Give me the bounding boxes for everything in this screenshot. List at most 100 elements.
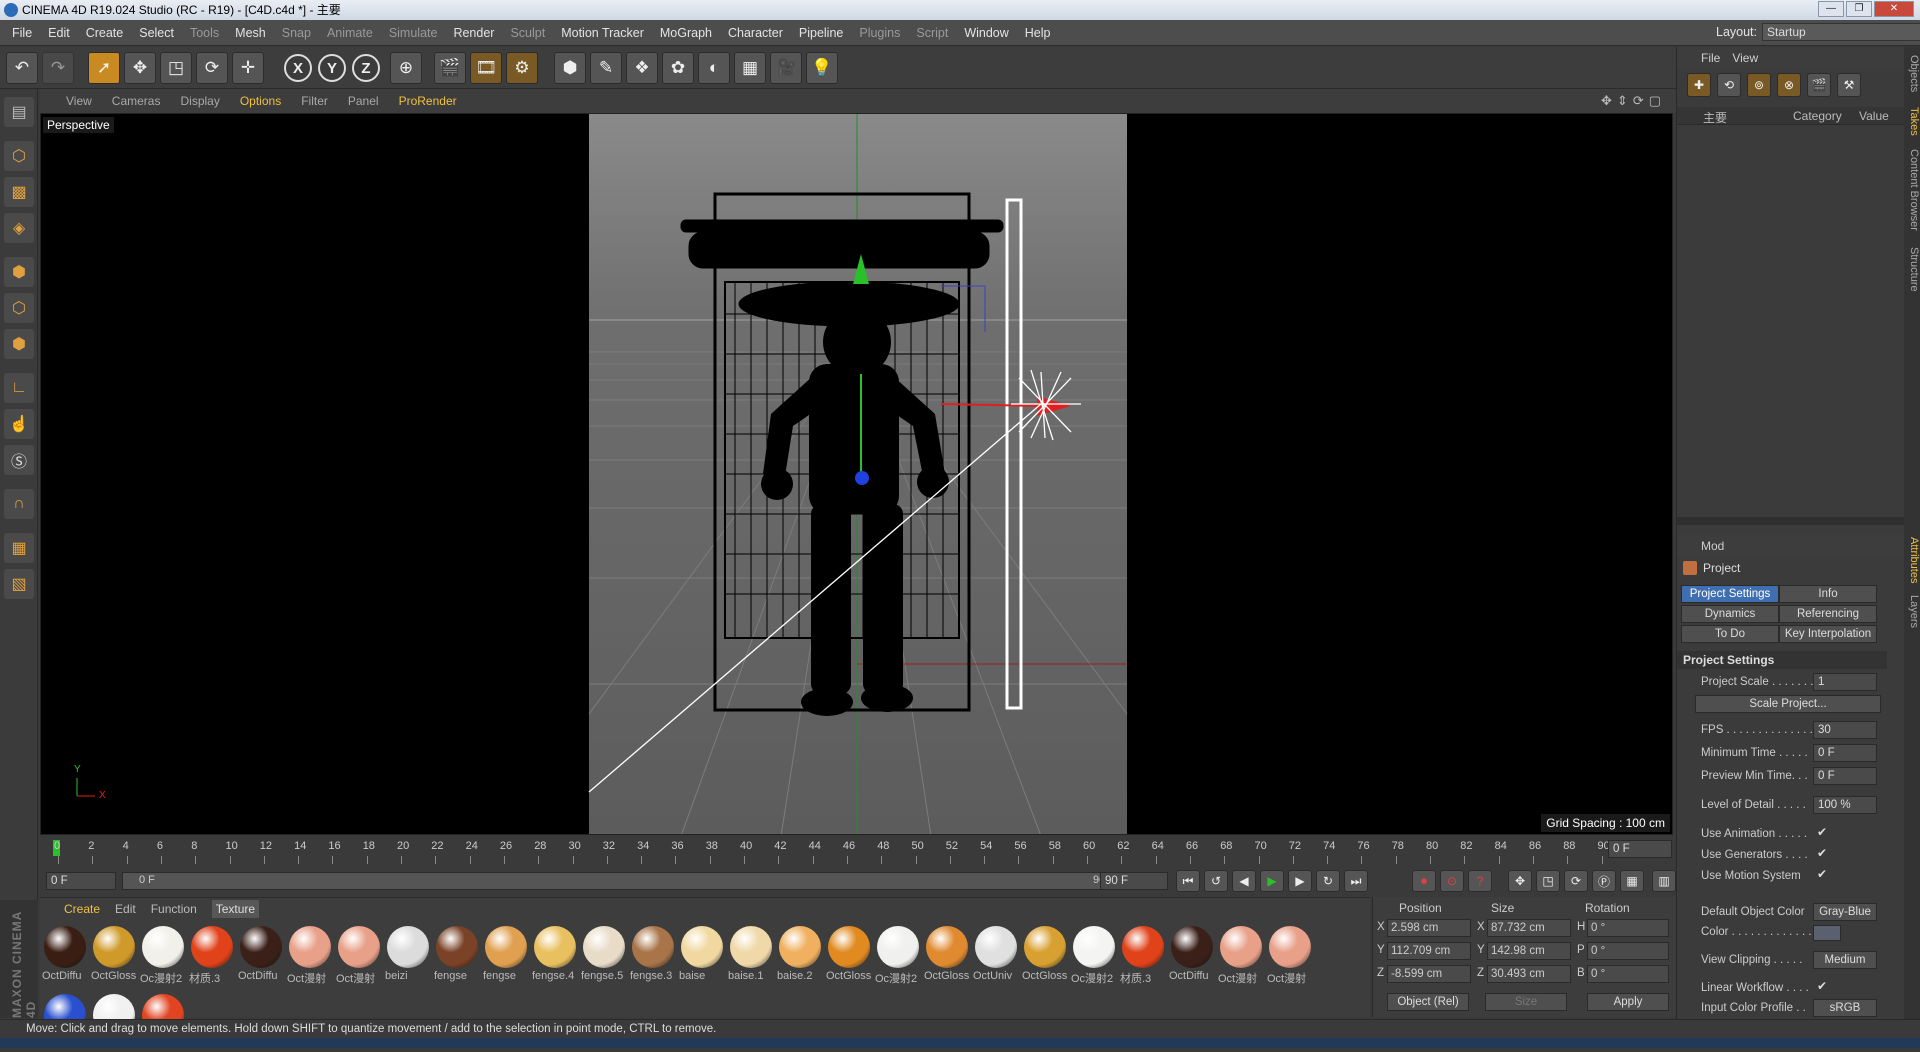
render-view-icon[interactable]: 🎬 (434, 52, 466, 84)
menu-tools[interactable]: Tools (182, 26, 227, 40)
end-frame-field[interactable]: 90 F (1100, 872, 1168, 890)
attributes-mode-menu[interactable]: Mod (1701, 539, 1724, 553)
panel-scrollbar[interactable] (1677, 517, 1905, 525)
scale-tool-icon[interactable]: ◳ (160, 52, 192, 84)
menu-motion-tracker[interactable]: Motion Tracker (553, 26, 652, 40)
take-group-icon[interactable]: ⊗ (1777, 73, 1801, 97)
planar-workplane-icon[interactable]: ▧ (4, 569, 34, 599)
menu-animate[interactable]: Animate (319, 26, 381, 40)
go-to-start-icon[interactable]: ⏮ (1176, 870, 1200, 892)
light-icon[interactable]: 💡 (806, 52, 838, 84)
menu-snap[interactable]: Snap (274, 26, 319, 40)
move-tool-icon[interactable]: ✥ (124, 52, 156, 84)
menu-pipeline[interactable]: Pipeline (791, 26, 851, 40)
subdivision-icon[interactable]: ❖ (626, 52, 658, 84)
menu-select[interactable]: Select (131, 26, 182, 40)
layout-select[interactable]: Startup (1762, 23, 1920, 41)
material-item[interactable]: Oct漫射 (1267, 924, 1313, 985)
material-item[interactable]: beizi (385, 924, 431, 984)
undo-icon[interactable]: ↶ (6, 52, 38, 84)
x-axis-lock-icon[interactable]: X (284, 54, 312, 82)
maximize-button[interactable]: ❐ (1846, 1, 1872, 17)
tab-to-do[interactable]: To Do (1681, 625, 1779, 643)
material-menu-function[interactable]: Function (151, 902, 197, 916)
material-item[interactable]: OctGloss (924, 924, 970, 984)
key-rotation-icon[interactable]: ⟳ (1564, 870, 1588, 892)
pen-spline-icon[interactable]: ✎ (590, 52, 622, 84)
side-tab-attributes[interactable]: Attributes (1904, 537, 1920, 583)
polygons-mode-icon[interactable]: ⬢ (4, 329, 34, 359)
render-picture-viewer-icon[interactable]: 🎞 (470, 52, 502, 84)
material-item[interactable]: OctGloss (91, 924, 137, 984)
deformer-icon[interactable]: ◐ (698, 52, 730, 84)
coords-mode-select[interactable]: Object (Rel) (1387, 993, 1469, 1011)
material-item[interactable]: Oc漫射2 (1071, 924, 1117, 985)
material-item[interactable]: 材质.3 (1120, 924, 1166, 985)
current-frame-field[interactable]: 0 F (1608, 840, 1672, 858)
coords-size-mode-select[interactable]: Size (1485, 993, 1567, 1011)
auto-take-icon[interactable]: ⟲ (1717, 73, 1741, 97)
menu-create[interactable]: Create (78, 26, 132, 40)
prop-preview-min-time-value[interactable]: 0 F (1813, 767, 1877, 785)
menu-render[interactable]: Render (445, 26, 502, 40)
snap-icon[interactable]: Ⓢ (4, 445, 34, 475)
key-scale-icon[interactable]: ◳ (1536, 870, 1560, 892)
position-field[interactable]: 112.709 cm (1387, 942, 1471, 960)
menu-simulate[interactable]: Simulate (381, 26, 446, 40)
viewport-menu-prorender[interactable]: ProRender (399, 94, 457, 108)
key-pla-icon[interactable]: ▦ (1620, 870, 1644, 892)
material-item[interactable]: OctDiffu (42, 924, 88, 984)
material-item[interactable]: Oc漫射2 (140, 924, 186, 985)
material-item[interactable]: OctDiffu (238, 924, 284, 984)
menu-mograph[interactable]: MoGraph (652, 26, 720, 40)
side-tab-objects[interactable]: Objects (1904, 55, 1920, 92)
use-motion-system-checkbox[interactable]: ✔ (1817, 867, 1827, 881)
edges-mode-icon[interactable]: ⬡ (4, 293, 34, 323)
workplane-mode-icon[interactable]: ◈ (4, 213, 34, 243)
next-key-icon[interactable]: ↻ (1316, 870, 1340, 892)
select-tool-icon[interactable]: ➚ (88, 52, 120, 84)
take-render-icon[interactable]: 🎬 (1807, 73, 1831, 97)
color-swatch[interactable] (1813, 925, 1841, 941)
axis-mode-icon[interactable]: ∟ (4, 373, 34, 403)
side-tab-takes[interactable]: Takes (1904, 107, 1920, 136)
menu-script[interactable]: Script (908, 26, 956, 40)
viewport-menu-cameras[interactable]: Cameras (112, 94, 161, 108)
viewport-navigation-icons[interactable]: ✥⇕⟳▢ (1601, 93, 1666, 109)
key-parameter-icon[interactable]: Ⓟ (1592, 870, 1616, 892)
camera-icon[interactable]: 🎥 (770, 52, 802, 84)
rotate-tool-icon[interactable]: ⟳ (196, 52, 228, 84)
cloner-icon[interactable]: ✿ (662, 52, 694, 84)
position-field[interactable]: 2.598 cm (1387, 919, 1471, 937)
material-item[interactable]: fengse (434, 924, 480, 984)
key-position-icon[interactable]: ✥ (1508, 870, 1532, 892)
rotation-field[interactable]: 0 ° (1587, 919, 1669, 937)
y-axis-lock-icon[interactable]: Y (318, 54, 346, 82)
viewport-menu-filter[interactable]: Filter (301, 94, 328, 108)
texture-mode-icon[interactable]: ▩ (4, 177, 34, 207)
go-to-end-icon[interactable]: ⏭ (1344, 870, 1368, 892)
material-item[interactable]: fengse.5 (581, 924, 627, 984)
use-animation-checkbox[interactable]: ✔ (1817, 825, 1827, 839)
tab-key-interpolation[interactable]: Key Interpolation (1779, 625, 1877, 643)
make-editable-icon[interactable]: ▤ (4, 97, 34, 127)
close-button[interactable]: ✕ (1874, 1, 1914, 17)
cube-primitive-icon[interactable]: ⬢ (554, 52, 586, 84)
tab-info[interactable]: Info (1779, 585, 1877, 603)
viewport-menu-options[interactable]: Options (240, 94, 281, 108)
live-selection-icon[interactable]: ✛ (232, 52, 264, 84)
material-item[interactable]: Oct漫射 (287, 924, 333, 985)
objects-menu-view[interactable]: View (1732, 51, 1758, 65)
default-object-color-select[interactable]: Gray-Blue (1813, 903, 1877, 921)
model-mode-icon[interactable]: ⬡ (4, 141, 34, 171)
material-menu-create[interactable]: Create (64, 902, 100, 916)
material-item[interactable]: baise.1 (728, 924, 774, 984)
keyframe-selection-icon[interactable]: ? (1468, 870, 1492, 892)
apply-button[interactable]: Apply (1587, 993, 1669, 1011)
world-coordinates-icon[interactable]: ⊕ (390, 52, 422, 84)
start-frame-field[interactable]: 0 F (46, 872, 116, 890)
prop-minimum-time-value[interactable]: 0 F (1813, 744, 1877, 762)
material-item[interactable]: OctGloss (826, 924, 872, 984)
material-item[interactable]: OctDiffu (1169, 924, 1215, 984)
rotation-field[interactable]: 0 ° (1587, 965, 1669, 983)
